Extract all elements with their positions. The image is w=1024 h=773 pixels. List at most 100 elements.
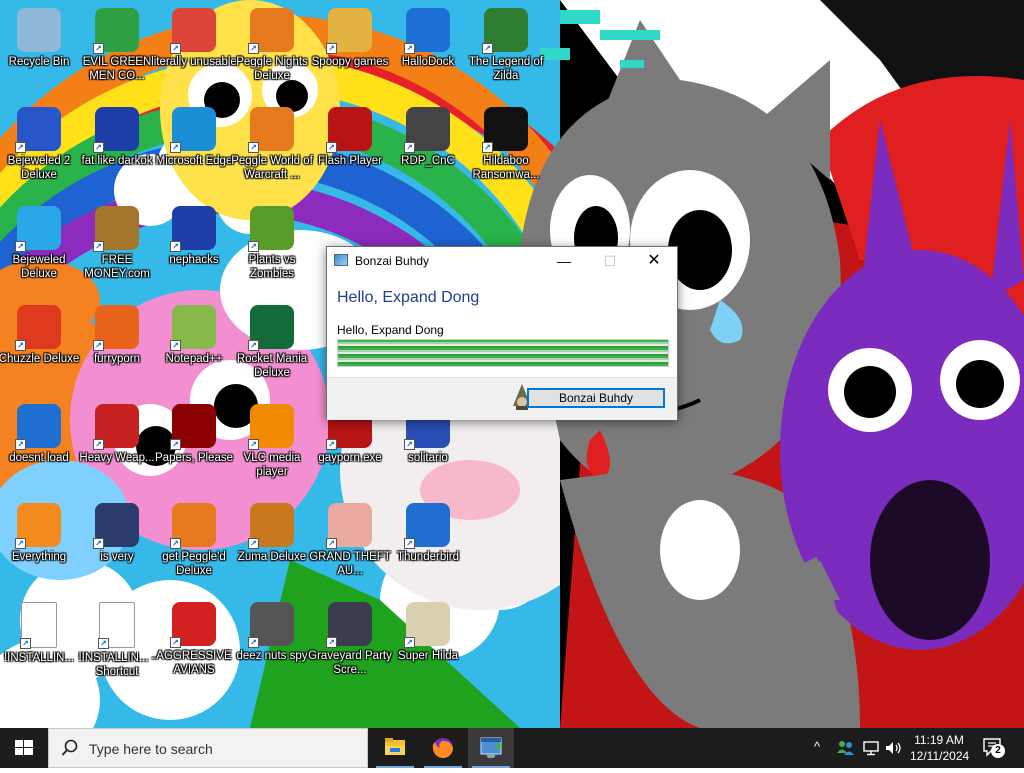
desktop-icon[interactable]: ↗ fat like darkok: [73, 105, 161, 197]
maximize-button[interactable]: ☐: [587, 247, 633, 275]
shortcut-arrow-icon: ↗: [404, 43, 415, 54]
desktop-icon[interactable]: ↗ Heavy Weap...: [73, 402, 161, 494]
desktop-icon[interactable]: ↗ furryporn: [73, 303, 161, 395]
shortcut-arrow-icon: ↗: [404, 439, 415, 450]
clock-time: 11:19 AM: [914, 733, 964, 747]
desktop-icon[interactable]: ↗ !INSTALLIN... - Shortcut: [73, 600, 161, 692]
edge-icon: ↗: [170, 107, 216, 153]
desktop-icon-label: Peggle Nights Deluxe: [236, 56, 308, 82]
desktop-icon[interactable]: ↗ Plants vs Zombies: [228, 204, 316, 296]
desktop-icon-label: is very: [100, 551, 134, 563]
desktop-icon-label: literally unusable: [151, 56, 237, 68]
desktop-icon[interactable]: ↗ VLC media player: [228, 402, 316, 494]
desktop-icon[interactable]: ↗ Thunderbird: [384, 501, 472, 593]
tray-people-icon[interactable]: [836, 739, 856, 757]
dialog-titlebar[interactable]: Bonzai Buhdy — ☐ ✕: [327, 247, 677, 275]
desktop-icon[interactable]: ↗ Microsoft Edge: [150, 105, 238, 197]
desktop-icon-label: Super Hilda: [397, 650, 459, 662]
desktop-icon-label: Plants vs Zombies: [248, 254, 296, 280]
desktop-icon[interactable]: ↗ HalloDock: [384, 6, 472, 98]
volume-icon[interactable]: [884, 739, 904, 757]
start-button[interactable]: [0, 728, 48, 768]
mpi-shield-icon: ↗: [93, 503, 139, 549]
desktop-icon[interactable]: ↗ Zuma Deluxe: [228, 501, 316, 593]
action-center-button[interactable]: 2: [982, 737, 1006, 759]
desktop-icon[interactable]: ↗ nephacks: [150, 204, 238, 296]
desktop-icon[interactable]: ↗ doesnt load: [0, 402, 83, 494]
diamond-icon: ↗: [15, 206, 61, 252]
shortcut-arrow-icon: ↗: [170, 439, 181, 450]
desktop-icon-label: get Peggle'd Deluxe: [162, 551, 226, 577]
shortcut-arrow-icon: ↗: [93, 439, 104, 450]
desktop-icon[interactable]: ↗ AGGRESSIVE AVIANS: [150, 600, 238, 692]
desktop-icon-label: Papers, Please: [155, 452, 233, 464]
desktop-icon-label: fat like darkok: [81, 155, 153, 167]
dialog-heading: Hello, Expand Dong: [337, 289, 480, 306]
taskbar-search-box[interactable]: Type here to search: [48, 728, 368, 768]
mpi-logo-icon: ↗: [93, 107, 139, 153]
desktop-icon[interactable]: ↗ is very: [73, 501, 161, 593]
shortcut-arrow-icon: ↗: [15, 340, 26, 351]
desktop-icon[interactable]: ↗ Super Hilda: [384, 600, 472, 692]
desktop-icon[interactable]: ↗ Hildaboo Ransomwa...: [462, 105, 550, 197]
window-stack-icon: ↗: [248, 602, 294, 648]
desktop-icon[interactable]: ↗ literally unusable: [150, 6, 238, 98]
shortcut-arrow-icon: ↗: [248, 43, 259, 54]
desktop-icon-label: FREE MONEY.com: [84, 254, 150, 280]
minimize-button[interactable]: —: [541, 247, 587, 275]
desktop-icon[interactable]: ↗ Chuzzle Deluxe: [0, 303, 83, 395]
peggle-icon: ↗: [170, 503, 216, 549]
desktop-icon-label: Bejeweled 2 Deluxe: [7, 155, 71, 181]
desktop-icon[interactable]: ↗ FREE MONEY.com: [73, 204, 161, 296]
desktop-icon-label: Notepad++: [165, 353, 223, 365]
desktop-icon[interactable]: Recycle Bin: [0, 6, 83, 98]
desktop-icon[interactable]: ↗ Flash Player: [306, 105, 394, 197]
shortcut-arrow-icon: ↗: [170, 241, 181, 252]
desktop-icon[interactable]: ↗ Spoopy games: [306, 6, 394, 98]
desktop-icon-label: Chuzzle Deluxe: [0, 353, 80, 365]
shortcut-arrow-icon: ↗: [248, 241, 259, 252]
taskbar-app-file-explorer[interactable]: [372, 728, 418, 768]
desktop-icon[interactable]: ↗ EVIL GREEN MEN CO...: [73, 6, 161, 98]
close-button[interactable]: ✕: [631, 247, 677, 275]
progress-fill: [338, 340, 668, 366]
shortcut-arrow-icon: ↗: [170, 142, 181, 153]
desktop-icon[interactable]: ↗ Peggle World of Warcraft ...: [228, 105, 316, 197]
peggle-icon: ↗: [248, 8, 294, 54]
network-icon[interactable]: [862, 739, 880, 757]
taskbar-app-firefox[interactable]: [420, 728, 466, 768]
desktop-icon[interactable]: ↗ Notepad++: [150, 303, 238, 395]
desktop-icon[interactable]: ↗ Graveyard Party Scre...: [306, 600, 394, 692]
desktop-icon[interactable]: ↗ Peggle Nights Deluxe: [228, 6, 316, 98]
messenger-people-icon: ↗: [93, 8, 139, 54]
desktop-icon[interactable]: ↗ Rocket Mania Deluxe: [228, 303, 316, 395]
system-clock[interactable]: 11:19 AM 12/11/2024: [910, 732, 969, 764]
firefox-icon: ↗: [93, 305, 139, 351]
shortcut-arrow-icon: ↗: [482, 43, 493, 54]
desktop[interactable]: Recycle Bin ↗ EVIL GREEN MEN CO... ↗ literal…: [0, 0, 1024, 728]
desktop-icon[interactable]: ↗ The Legend of Zilda: [462, 6, 550, 98]
desktop-icon[interactable]: ↗ deez nuts spy: [228, 600, 316, 692]
desktop-icon[interactable]: ↗ Papers, Please: [150, 402, 238, 494]
shortcut-arrow-icon: ↗: [93, 340, 104, 351]
shortcut-arrow-icon: ↗: [170, 43, 181, 54]
desktop-icon[interactable]: ↗ RDP_CnC: [384, 105, 472, 197]
show-hidden-icons-button[interactable]: ^: [814, 739, 820, 754]
desktop-icon[interactable]: ↗ Bejeweled 2 Deluxe: [0, 105, 83, 197]
vlc-icon: ↗: [248, 404, 294, 450]
graveyard-icon: ↗: [326, 602, 372, 648]
desktop-icon[interactable]: ↗ GRAND THEFT AU...: [306, 501, 394, 593]
desktop-icon[interactable]: ↗ Bejeweled Deluxe: [0, 204, 83, 296]
desktop-icon[interactable]: ↗ !INSTALLIN...: [0, 600, 83, 692]
desktop-icon-label: Flash Player: [318, 155, 382, 167]
shortcut-arrow-icon: ↗: [170, 637, 181, 648]
taskbar-app-bonzai-buhdy[interactable]: [468, 728, 514, 768]
chuzzle-icon: ↗: [15, 305, 61, 351]
shortcut-arrow-icon: ↗: [15, 538, 26, 549]
zelda-character-icon: ↗: [482, 8, 528, 54]
bonzai-buhdy-button[interactable]: Bonzai Buhdy: [527, 388, 665, 408]
desktop-icon[interactable]: ↗ Everything: [0, 501, 83, 593]
yashma-icon: ↗: [482, 107, 528, 153]
desktop-icon[interactable]: ↗ get Peggle'd Deluxe: [150, 501, 238, 593]
bonzai-dialog[interactable]: Bonzai Buhdy — ☐ ✕ Hello, Expand Dong He…: [326, 246, 678, 420]
